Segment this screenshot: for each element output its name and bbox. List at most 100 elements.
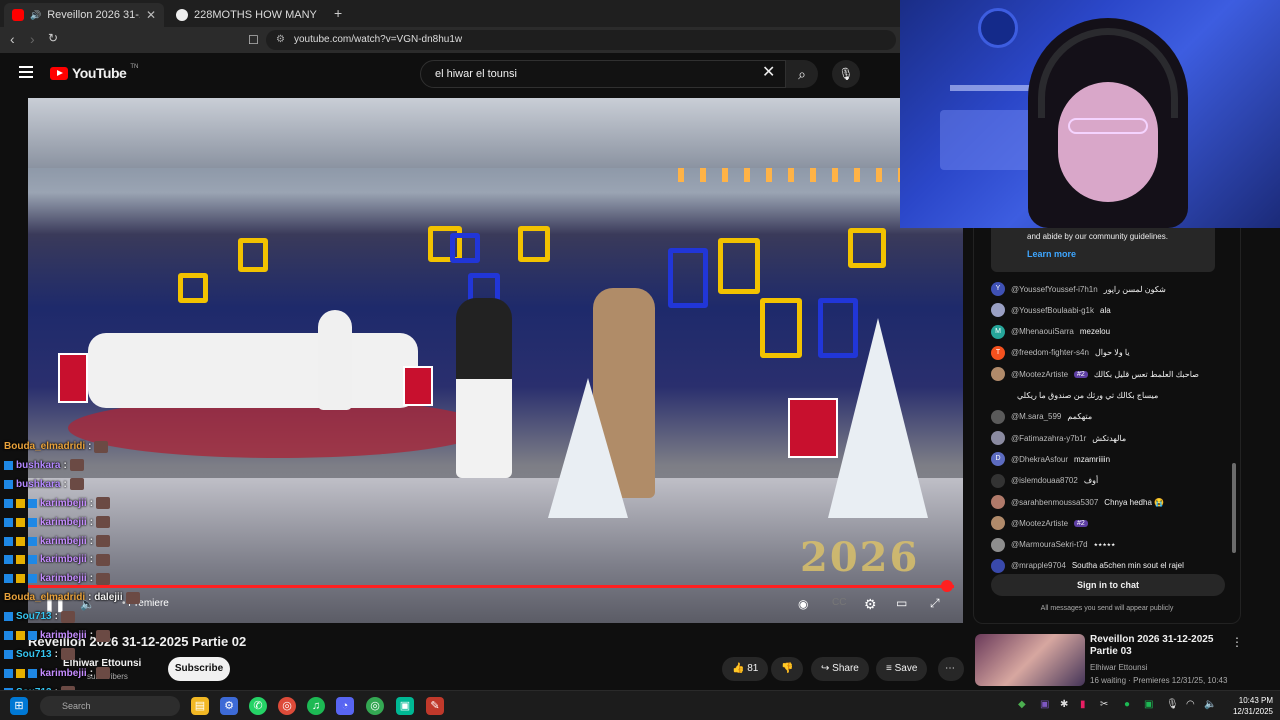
search-input[interactable]: el hiwar el tounsi	[420, 60, 786, 88]
tray-spotify-icon[interactable]: ●	[1124, 699, 1130, 710]
obs-app-icon[interactable]: ✎	[426, 697, 444, 715]
tray-app-icon[interactable]: ▣	[1040, 699, 1049, 710]
save-button[interactable]: ≡ Save	[876, 657, 928, 681]
app-icon[interactable]: ▣	[396, 697, 414, 715]
chat-avatar[interactable]	[991, 409, 1005, 424]
chrome-icon[interactable]: ◎	[278, 697, 296, 715]
voice-search-button[interactable]: 🎙	[832, 60, 860, 88]
chat-author[interactable]: @sarahbenmoussa5307	[1011, 498, 1098, 507]
overlay-chat-line: Sou713:	[4, 646, 75, 663]
chat-badge-icon	[4, 479, 13, 489]
chat-author[interactable]: @MootezArtiste	[1011, 519, 1068, 528]
progress-scrubber[interactable]	[941, 580, 953, 592]
chat-author[interactable]: @islemdouaa8702	[1011, 476, 1078, 485]
chat-author[interactable]: @MootezArtiste	[1011, 370, 1068, 379]
chat-text: Chnya hedha 😭	[1104, 497, 1165, 507]
wifi-icon[interactable]: ◠	[1186, 699, 1195, 710]
tab-active[interactable]: 🔊 Reveillon 2026 31-12-2025 Pa ✕	[4, 3, 164, 27]
chat-author[interactable]: @freedom-fighter-s4n	[1011, 348, 1089, 357]
new-tab-button[interactable]: +	[334, 5, 342, 21]
site-info-icon[interactable]: ⚙	[276, 34, 285, 45]
fullscreen-icon[interactable]: ⤢	[930, 596, 940, 611]
clear-search-icon[interactable]: ✕	[762, 62, 775, 82]
settings-app-icon[interactable]: ⚙	[220, 697, 238, 715]
taskbar-search[interactable]: Search	[40, 696, 180, 716]
learn-more-link[interactable]: Learn more	[1027, 249, 1215, 259]
chat-author[interactable]: @MarmouraSekri-t7d	[1011, 540, 1088, 549]
miniplayer-icon[interactable]: ▭	[896, 596, 907, 610]
youtube-logo[interactable]: YouTube TN	[50, 64, 138, 81]
chat-avatar[interactable]	[991, 558, 1005, 573]
emote-icon	[96, 516, 111, 529]
volume-tray-icon[interactable]: 🔈	[1204, 699, 1216, 710]
search-icon: ⌕	[798, 66, 806, 82]
chat-avatar[interactable]: Y	[991, 282, 1005, 296]
chat-avatar[interactable]	[991, 431, 1005, 446]
up-next-channel[interactable]: Elhiwar Ettounsi	[1090, 663, 1147, 672]
chat-message: @MootezArtiste #2	[991, 514, 1094, 532]
dislike-button[interactable]: 👎	[771, 657, 803, 681]
chat-avatar[interactable]: D	[991, 452, 1005, 467]
reload-icon[interactable]: ↻	[48, 31, 58, 45]
subscribe-button[interactable]: Subscribe	[168, 657, 230, 681]
discord-icon[interactable]: ◔	[336, 697, 354, 715]
start-windows-icon[interactable]: ⊞	[10, 697, 28, 715]
overlay-username: bushkara	[16, 478, 61, 490]
up-next-title[interactable]: Reveillon 2026 31-12-2025 Partie 03	[1090, 634, 1230, 658]
chat-author[interactable]: @YoussefBoulaabi-g1k	[1011, 306, 1094, 315]
tray-app-icon[interactable]: ✂	[1100, 699, 1108, 710]
tray-app-icon[interactable]: ▮	[1080, 699, 1086, 710]
url-field[interactable]: youtube.com/watch?v=VGN-dn8hu1w	[266, 30, 896, 50]
chat-author[interactable]: @MhenaouiSarra	[1011, 327, 1074, 336]
file-explorer-icon[interactable]: ▤	[191, 697, 209, 715]
like-button[interactable]: 👍 81	[722, 657, 769, 681]
captions-icon[interactable]: CC	[832, 597, 846, 608]
autoplay-toggle-icon[interactable]: ◉	[798, 597, 808, 611]
tray-app-icon[interactable]: ✱	[1060, 699, 1068, 710]
chat-avatar[interactable]: T	[991, 345, 1005, 360]
chat-avatar[interactable]	[991, 537, 1005, 552]
spotify-icon[interactable]: ♫	[307, 697, 325, 715]
speaker-icon[interactable]: 🔊	[30, 10, 41, 21]
overlay-username: karimbejii	[40, 497, 87, 509]
close-tab-icon[interactable]: ✕	[146, 8, 156, 22]
chat-author[interactable]: @mrapple9704	[1011, 561, 1066, 570]
chat-avatar[interactable]	[991, 367, 1005, 382]
tray-app-icon[interactable]: ▣	[1144, 699, 1153, 710]
whatsapp-icon[interactable]: ✆	[249, 697, 267, 715]
search-button[interactable]: ⌕	[786, 60, 818, 88]
menu-icon[interactable]	[19, 66, 33, 81]
overlay-message: :	[89, 516, 94, 528]
chat-author[interactable]: @YoussefYoussef-i7h1n	[1011, 285, 1098, 294]
chat-text: ميساج بكالك تي ورثك من صندوق ما ريكلي	[1017, 391, 1159, 400]
chat-avatar[interactable]: M	[991, 324, 1005, 339]
tab-inactive[interactable]: 228MOTHS HOW MANY YEARS - Ca	[168, 3, 328, 27]
settings-gear-icon[interactable]: ⚙	[864, 596, 877, 613]
overlay-username: karimbejii	[40, 554, 87, 566]
taskbar-clock[interactable]: 10:43 PM 12/31/2025	[1225, 695, 1273, 717]
chat-badge-icon	[28, 631, 37, 640]
bookmark-icon[interactable]: ☐	[248, 33, 259, 47]
video-progress-bar[interactable]	[28, 585, 954, 588]
sign-in-to-chat-button[interactable]: Sign in to chat	[991, 574, 1225, 596]
video-player[interactable]: 2026 ❚❚ 🔈 Premiere ◉ CC ⚙ ▭ ⤢	[28, 98, 963, 623]
chat-author[interactable]: @Fatimazahra-y7b1r	[1011, 434, 1086, 443]
tray-app-icon[interactable]: ◆	[1018, 699, 1026, 710]
chat-message: D @DhekraAsfour mzamriiiin	[991, 450, 1110, 468]
chat-author[interactable]: @M.sara_599	[1011, 412, 1061, 421]
chat-author[interactable]: @DhekraAsfour	[1011, 455, 1068, 464]
more-actions-button[interactable]: ⋯	[938, 657, 964, 681]
share-button[interactable]: ↪ Share	[811, 657, 869, 681]
chrome-profile-icon[interactable]: ◎	[366, 697, 384, 715]
up-next-menu-icon[interactable]: ⋮	[1231, 635, 1243, 649]
back-icon[interactable]: ‹	[10, 31, 15, 47]
tray-mic-icon[interactable]: 🎙	[1166, 699, 1179, 710]
chat-avatar[interactable]	[991, 473, 1005, 488]
up-next-thumbnail[interactable]	[975, 634, 1085, 686]
chat-scrollbar[interactable]	[1232, 463, 1236, 553]
chat-avatar[interactable]	[991, 303, 1005, 318]
forward-icon[interactable]: ›	[30, 31, 35, 47]
chat-avatar[interactable]	[991, 495, 1005, 509]
chat-avatar[interactable]	[991, 516, 1005, 531]
microphone-icon: 🎙	[838, 67, 854, 81]
